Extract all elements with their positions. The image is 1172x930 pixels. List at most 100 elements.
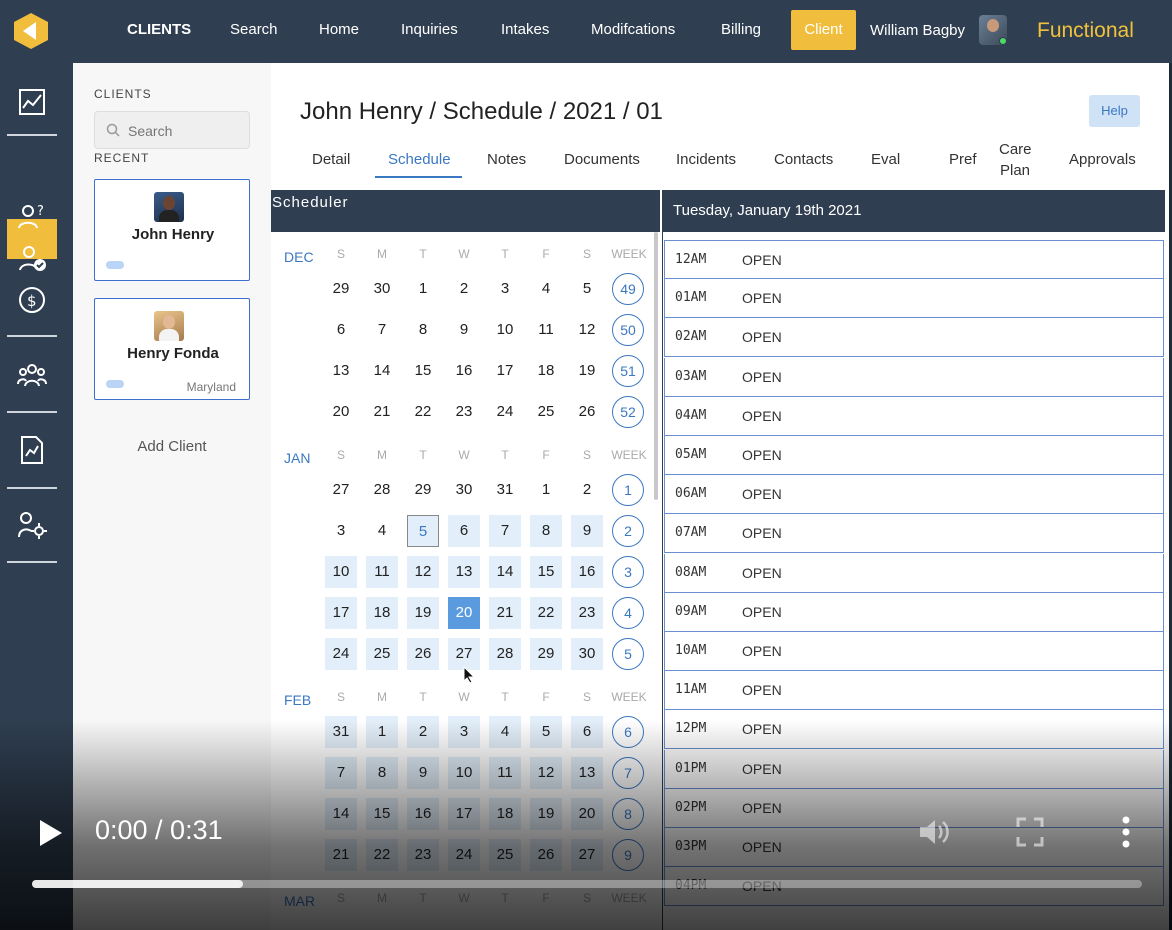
- calendar-day[interactable]: 29: [407, 474, 439, 506]
- calendar-day[interactable]: 9: [571, 515, 603, 547]
- week-number-button[interactable]: 49: [612, 273, 644, 305]
- client-card-john-henry[interactable]: John Henry: [94, 179, 250, 281]
- calendar-day[interactable]: 3: [325, 515, 357, 547]
- time-slot-row[interactable]: 08AM OPEN: [664, 553, 1164, 593]
- time-slot-row[interactable]: 04AM OPEN: [664, 396, 1164, 436]
- calendar-day[interactable]: 2: [448, 273, 480, 305]
- calendar-day[interactable]: 1: [407, 273, 439, 305]
- time-slot-row[interactable]: 10AM OPEN: [664, 632, 1164, 671]
- volume-icon[interactable]: [917, 815, 951, 849]
- calendar-day[interactable]: 21: [366, 396, 398, 428]
- calendar-day[interactable]: 8: [407, 314, 439, 346]
- week-number-button[interactable]: 5: [612, 638, 644, 670]
- calendar-day[interactable]: 8: [530, 515, 562, 547]
- calendar-day[interactable]: 12: [571, 314, 603, 346]
- report-icon[interactable]: [17, 435, 47, 465]
- user-name[interactable]: William Bagby: [870, 0, 965, 62]
- tab-care-plan[interactable]: Care Plan: [999, 139, 1032, 181]
- billing-icon[interactable]: $: [17, 285, 47, 315]
- calendar-day[interactable]: 23: [448, 396, 480, 428]
- calendar-day[interactable]: 6: [325, 314, 357, 346]
- settings-user-icon[interactable]: [17, 510, 47, 540]
- calendar-day[interactable]: 16: [571, 556, 603, 588]
- user-check-icon[interactable]: [17, 243, 47, 273]
- calendar-day[interactable]: 18: [366, 597, 398, 629]
- calendar-day[interactable]: 27: [325, 474, 357, 506]
- calendar-day[interactable]: 5: [571, 273, 603, 305]
- fullscreen-icon[interactable]: [1016, 817, 1044, 847]
- week-number-button[interactable]: 3: [612, 556, 644, 588]
- time-slot-row[interactable]: 09AM OPEN: [664, 592, 1164, 632]
- calendar-day[interactable]: 24: [325, 638, 357, 670]
- tab-pref[interactable]: Pref: [949, 149, 977, 170]
- calendar-day[interactable]: 7: [366, 314, 398, 346]
- calendar-day[interactable]: 22: [530, 597, 562, 629]
- calendar-day[interactable]: 30: [571, 638, 603, 670]
- week-number-button[interactable]: 50: [612, 314, 644, 346]
- client-profile-icon[interactable]: [17, 161, 47, 191]
- time-slot-row[interactable]: 03AM OPEN: [664, 357, 1164, 397]
- tab-schedule[interactable]: Schedule: [388, 149, 451, 170]
- tab-documents[interactable]: Documents: [564, 149, 640, 170]
- team-icon[interactable]: [17, 360, 47, 390]
- calendar-day[interactable]: 13: [325, 355, 357, 387]
- client-card-henry-fonda[interactable]: Henry Fonda Maryland: [94, 298, 250, 400]
- help-button[interactable]: Help: [1089, 95, 1140, 127]
- video-progress-bar[interactable]: [32, 880, 1142, 888]
- calendar-day[interactable]: 22: [407, 396, 439, 428]
- nav-item-modifcations[interactable]: Modifcations: [591, 0, 675, 60]
- calendar-day[interactable]: 29: [325, 273, 357, 305]
- calendar-day[interactable]: 16: [448, 355, 480, 387]
- week-number-button[interactable]: 1: [612, 474, 644, 506]
- nav-item-clients[interactable]: CLIENTS: [127, 0, 191, 60]
- calendar-day[interactable]: 6: [448, 515, 480, 547]
- calendar-day[interactable]: 2: [571, 474, 603, 506]
- time-slot-row[interactable]: 01AM OPEN: [664, 279, 1164, 319]
- calendar-day[interactable]: 20: [325, 396, 357, 428]
- calendar-day[interactable]: 23: [571, 597, 603, 629]
- calendar-day[interactable]: 15: [407, 355, 439, 387]
- nav-item-billing[interactable]: Billing: [721, 0, 761, 60]
- calendar-day[interactable]: 4: [530, 273, 562, 305]
- dashboard-chart-icon[interactable]: [17, 87, 47, 117]
- calendar-day[interactable]: 9: [448, 314, 480, 346]
- calendar-day[interactable]: 28: [366, 474, 398, 506]
- tab-contacts[interactable]: Contacts: [774, 149, 833, 170]
- user-avatar[interactable]: [979, 15, 1007, 45]
- calendar-day[interactable]: 21: [489, 597, 521, 629]
- nav-item-search[interactable]: Search: [230, 0, 278, 60]
- calendar-day[interactable]: 31: [489, 474, 521, 506]
- tab-incidents[interactable]: Incidents: [676, 149, 736, 170]
- calendar-day[interactable]: 24: [489, 396, 521, 428]
- week-number-button[interactable]: 51: [612, 355, 644, 387]
- calendar-day[interactable]: 15: [530, 556, 562, 588]
- tab-eval[interactable]: Eval: [871, 149, 900, 170]
- calendar-day[interactable]: 25: [366, 638, 398, 670]
- calendar-day[interactable]: 3: [489, 273, 521, 305]
- time-slot-row[interactable]: 06AM OPEN: [664, 475, 1164, 515]
- calendar-day[interactable]: 12: [407, 556, 439, 588]
- calendar-day[interactable]: 13: [448, 556, 480, 588]
- calendar-day[interactable]: 14: [489, 556, 521, 588]
- calendar-day[interactable]: 11: [530, 314, 562, 346]
- calendar-day[interactable]: 30: [366, 273, 398, 305]
- more-options-icon[interactable]: [1117, 815, 1135, 849]
- calendar-day[interactable]: 26: [571, 396, 603, 428]
- calendar-day[interactable]: 1: [530, 474, 562, 506]
- calendar-day[interactable]: 29: [530, 638, 562, 670]
- nav-item-home[interactable]: Home: [319, 0, 359, 60]
- week-number-button[interactable]: 4: [612, 597, 644, 629]
- calendar-day[interactable]: 28: [489, 638, 521, 670]
- calendar-day[interactable]: 10: [325, 556, 357, 588]
- calendar-day[interactable]: 4: [366, 515, 398, 547]
- calendar-day[interactable]: 14: [366, 355, 398, 387]
- calendar-day[interactable]: 26: [407, 638, 439, 670]
- time-slot-row[interactable]: 05AM OPEN: [664, 436, 1164, 475]
- tab-detail[interactable]: Detail: [312, 149, 350, 170]
- inquiries-icon[interactable]: ?: [17, 201, 47, 231]
- week-number-button[interactable]: 52: [612, 396, 644, 428]
- calendar-day[interactable]: 25: [530, 396, 562, 428]
- nav-item-intakes[interactable]: Intakes: [501, 0, 549, 60]
- calendar-day[interactable]: 20: [448, 597, 480, 629]
- calendar-day[interactable]: 11: [366, 556, 398, 588]
